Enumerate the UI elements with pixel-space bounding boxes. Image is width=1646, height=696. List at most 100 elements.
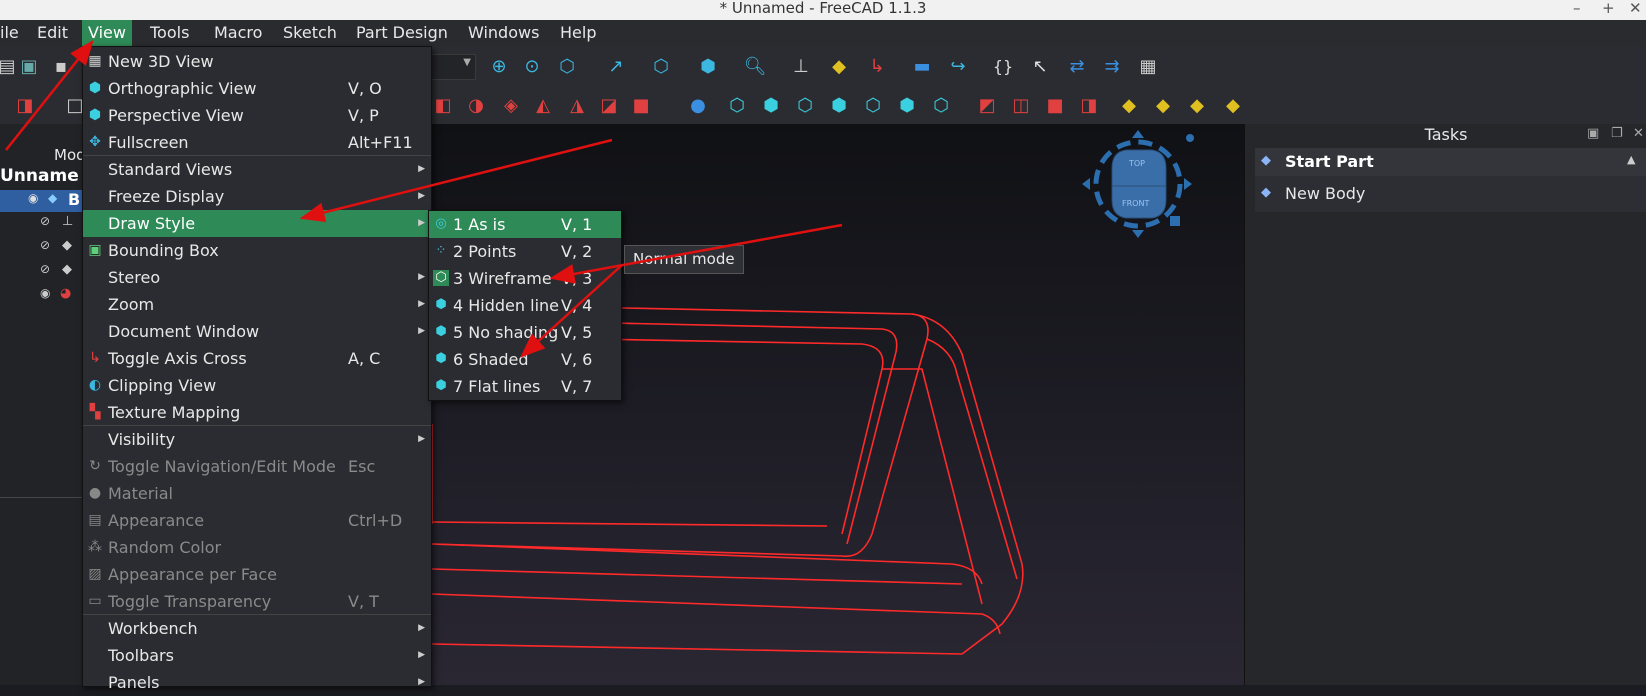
- start-part-section[interactable]: ◆ Start Part ▲: [1255, 148, 1646, 176]
- visibility-eye-icon[interactable]: ◉: [28, 191, 38, 205]
- mirror-icon[interactable]: ⬡: [862, 94, 884, 116]
- pad-icon[interactable]: ◧: [432, 94, 454, 116]
- back-icon[interactable]: ⇄: [1066, 55, 1088, 77]
- menu-windows[interactable]: Windows: [462, 20, 545, 46]
- hidden-eye-icon[interactable]: ⊘: [40, 238, 50, 252]
- menu-edit[interactable]: Edit: [31, 20, 74, 46]
- thickness-icon[interactable]: ⬢: [828, 94, 850, 116]
- sketch-icon[interactable]: ◨: [14, 94, 36, 116]
- shape-binder-icon[interactable]: ◆: [1152, 94, 1174, 116]
- macro-icon[interactable]: {}: [992, 55, 1014, 77]
- zoom-icon[interactable]: 🔍︎: [744, 55, 767, 77]
- hole-icon[interactable]: ■: [1044, 94, 1066, 116]
- view-menu-item-workbench[interactable]: Workbench ▶: [83, 615, 431, 642]
- draw-style-item-4-hidden-line[interactable]: ⬢ 4 Hidden line V, 4: [429, 292, 621, 319]
- revolution-icon[interactable]: ◑: [465, 94, 487, 116]
- selection-arrow-icon[interactable]: ↗: [605, 55, 627, 77]
- model-tab[interactable]: Mod: [54, 146, 86, 164]
- hidden-eye-icon[interactable]: ⊘: [40, 214, 50, 228]
- menu-file[interactable]: ile: [0, 20, 25, 46]
- menu-part-design[interactable]: Part Design: [350, 20, 454, 46]
- new-body-label: New Body: [1285, 184, 1366, 203]
- view-menu-item-zoom[interactable]: Zoom ▶: [83, 291, 431, 318]
- draw-style-item-1-as-is[interactable]: ◎ 1 As is V, 1: [429, 211, 621, 238]
- calculator-icon[interactable]: ▦: [1137, 55, 1159, 77]
- view-menu-item-toggle-axis-cross[interactable]: ↳ Toggle Axis Cross A, C: [83, 345, 431, 372]
- chamfer-icon[interactable]: ⬢: [760, 94, 782, 116]
- revert-icon[interactable]: ▣: [18, 55, 40, 77]
- view-menu-item-draw-style[interactable]: Draw Style ▶: [83, 210, 431, 237]
- maximize-icon[interactable]: +: [1602, 0, 1615, 17]
- view-menu-item-document-window[interactable]: Document Window ▶: [83, 318, 431, 345]
- view-menu-item-panels[interactable]: Panels ▶: [83, 669, 431, 696]
- draw-style-item-7-flat-lines[interactable]: ⬢ 7 Flat lines V, 7: [429, 373, 621, 400]
- subtractive-icon[interactable]: ◪: [598, 94, 620, 116]
- view-menu-item-appearance-per-face: ▨ Appearance per Face: [83, 561, 431, 588]
- minimize-icon[interactable]: –: [1573, 0, 1581, 17]
- restore-panel-icon[interactable]: ❐: [1611, 126, 1623, 141]
- view-menu-item-toolbars[interactable]: Toolbars ▶: [83, 642, 431, 669]
- fillet-icon[interactable]: ⬡: [726, 94, 748, 116]
- scaled-icon[interactable]: ◫: [1010, 94, 1032, 116]
- polar-pattern-icon[interactable]: ⬡: [930, 94, 952, 116]
- menu-macro[interactable]: Macro: [208, 20, 268, 46]
- close-icon[interactable]: ✕: [1629, 0, 1642, 17]
- pipe-icon[interactable]: ◭: [532, 94, 554, 116]
- sub-shape-binder-icon[interactable]: ◆: [1222, 94, 1244, 116]
- linear-pattern-icon[interactable]: ⬢: [896, 94, 918, 116]
- view-menu-item-perspective-view[interactable]: ⬢ Perspective View V, P: [83, 102, 431, 129]
- view-cube-icon[interactable]: ⬢: [697, 55, 719, 77]
- menu-sketch[interactable]: Sketch: [277, 20, 343, 46]
- folder-icon[interactable]: ▬: [911, 55, 933, 77]
- body-icon[interactable]: ◆: [1118, 94, 1140, 116]
- view-menu-item-clipping-view[interactable]: ◐ Clipping View: [83, 372, 431, 399]
- helix-icon[interactable]: ◮: [566, 94, 588, 116]
- view-menu-item-new-3d-view[interactable]: ▦ New 3D View: [83, 48, 431, 75]
- close-panel-icon[interactable]: ✕: [1633, 126, 1644, 141]
- menu-view[interactable]: View: [82, 20, 132, 46]
- view-menu-item-visibility[interactable]: Visibility ▶: [83, 426, 431, 453]
- part-icon[interactable]: ◆: [828, 55, 850, 77]
- measure-icon[interactable]: ⊥: [790, 55, 812, 77]
- additive-primitive-icon[interactable]: ■: [630, 94, 652, 116]
- view-menu-item-fullscreen[interactable]: ✥ Fullscreen Alt+F11: [83, 129, 431, 156]
- navigation-cube[interactable]: TOP FRONT: [1082, 130, 1198, 240]
- forward-icon[interactable]: ⇉: [1101, 55, 1123, 77]
- loft-icon[interactable]: ◈: [500, 94, 522, 116]
- hidden-eye-icon[interactable]: ⊘: [40, 262, 50, 276]
- view-menu-item-stereo[interactable]: Stereo ▶: [83, 264, 431, 291]
- save-icon[interactable]: ▪: [50, 55, 72, 77]
- collapse-icon[interactable]: ▲: [1627, 153, 1635, 166]
- clone-icon[interactable]: ◆: [1186, 94, 1208, 116]
- tree-row-body[interactable]: ◉ ◆ B: [0, 190, 82, 212]
- view-menu-item-orthographic-view[interactable]: ⬢ Orthographic View V, O: [83, 75, 431, 102]
- wireframe-icon: ⬡: [433, 270, 449, 286]
- view-menu-item-texture-mapping[interactable]: ▚ Texture Mapping: [83, 399, 431, 426]
- draft-icon[interactable]: ⬡: [794, 94, 816, 116]
- open-icon[interactable]: ▤: [0, 55, 18, 77]
- isometric-icon[interactable]: ⬡: [650, 55, 672, 77]
- axis-icon[interactable]: ↳: [866, 55, 888, 77]
- draw-style-item-6-shaded[interactable]: ⬢ 6 Shaded V, 6: [429, 346, 621, 373]
- menu-tools[interactable]: Tools: [144, 20, 195, 46]
- draw-style-icon[interactable]: ⬡: [556, 55, 578, 77]
- visibility-eye-icon[interactable]: ◉: [40, 286, 50, 300]
- boolean-icon[interactable]: ●: [687, 94, 709, 116]
- new-body-action[interactable]: ◆ New Body: [1255, 176, 1646, 212]
- view-menu-item-bounding-box[interactable]: ▣ Bounding Box: [83, 237, 431, 264]
- link-icon[interactable]: ↪: [947, 55, 969, 77]
- view-menu-item-freeze-display[interactable]: Freeze Display ▶: [83, 183, 431, 210]
- draw-style-item-2-points[interactable]: ⁘ 2 Points V, 2: [429, 238, 621, 265]
- whats-this-icon[interactable]: ↖: [1029, 55, 1051, 77]
- multitransform-icon[interactable]: ◩: [976, 94, 998, 116]
- draw-style-item-5-no-shading[interactable]: ⬢ 5 No shading V, 5: [429, 319, 621, 346]
- float-panel-icon[interactable]: ▣: [1587, 126, 1599, 141]
- workbench-combo[interactable]: ▼: [430, 54, 476, 80]
- menu-help[interactable]: Help: [554, 20, 602, 46]
- groove-icon[interactable]: ◨: [1078, 94, 1100, 116]
- draw-style-item-3-wireframe[interactable]: ⬡ 3 Wireframe V, 3: [429, 265, 621, 292]
- fit-selection-icon[interactable]: ⊙: [521, 55, 543, 77]
- view-menu-item-standard-views[interactable]: Standard Views ▶: [83, 156, 431, 183]
- document-label[interactable]: Unname: [0, 166, 79, 186]
- fit-all-icon[interactable]: ⊕: [488, 55, 510, 77]
